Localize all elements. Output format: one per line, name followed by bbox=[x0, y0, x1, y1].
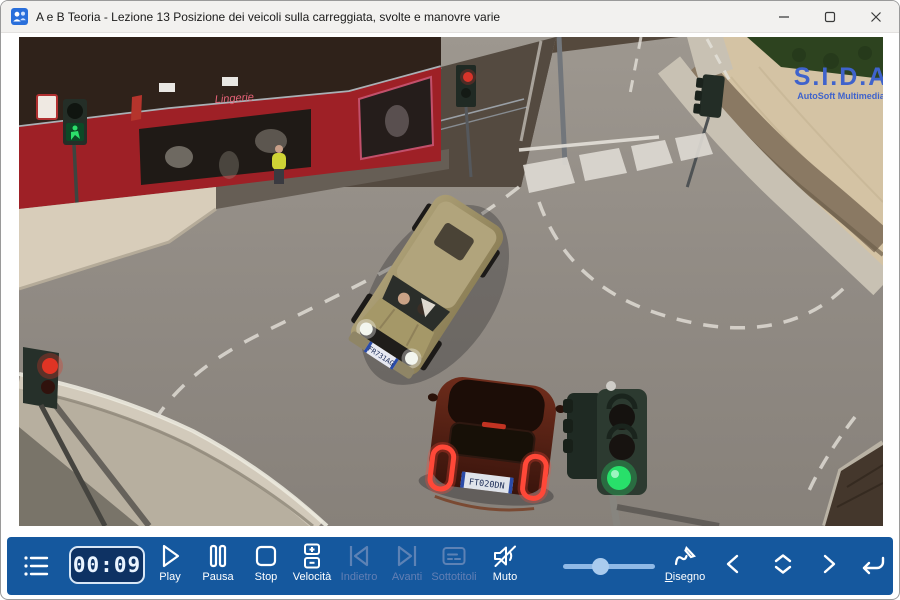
chapters-button[interactable] bbox=[11, 537, 61, 595]
video-display: Lingerie bbox=[19, 37, 883, 526]
app-window: A e B Teoria - Lezione 13 Posizione dei … bbox=[0, 0, 900, 600]
muto-button[interactable]: Muto bbox=[477, 537, 533, 595]
return-arrow-icon bbox=[857, 549, 889, 579]
sottotitoli-label: Sottotitoli bbox=[431, 571, 476, 583]
chevron-left-icon bbox=[718, 549, 748, 579]
slider-track[interactable] bbox=[563, 564, 655, 569]
chapter-list-icon bbox=[21, 551, 51, 581]
speed-slider[interactable] bbox=[563, 537, 655, 595]
maximize-button[interactable] bbox=[807, 1, 853, 33]
nav-previous-button[interactable] bbox=[705, 537, 761, 595]
indietro-label: Indietro bbox=[341, 571, 378, 583]
close-icon bbox=[870, 11, 882, 23]
timer-value: 00:09 bbox=[73, 553, 141, 577]
skip-back-icon bbox=[345, 542, 373, 570]
player-toolbar: 00:09 Play Pausa Stop bbox=[7, 537, 893, 595]
chevron-up-down-icon bbox=[768, 549, 798, 579]
slider-thumb[interactable] bbox=[592, 558, 609, 575]
minimize-icon bbox=[778, 11, 790, 23]
avanti-label: Avanti bbox=[392, 571, 422, 583]
draw-pen-icon bbox=[671, 542, 699, 570]
skip-forward-icon bbox=[393, 542, 421, 570]
maximize-icon bbox=[824, 11, 836, 23]
window-title: A e B Teoria - Lezione 13 Posizione dei … bbox=[36, 10, 500, 24]
play-icon bbox=[156, 542, 184, 570]
play-label: Play bbox=[159, 571, 180, 583]
subtitles-icon bbox=[440, 542, 468, 570]
chevron-right-icon bbox=[814, 549, 844, 579]
return-button[interactable] bbox=[845, 537, 900, 595]
people-icon bbox=[11, 8, 28, 25]
watermark-autosoft: AutoSoft Multimedia bbox=[797, 91, 883, 101]
pause-icon bbox=[204, 542, 232, 570]
intersection-scene: Lingerie bbox=[19, 37, 883, 526]
disegno-label: Disegno bbox=[665, 571, 705, 583]
titlebar: A e B Teoria - Lezione 13 Posizione dei … bbox=[1, 1, 899, 33]
muto-label: Muto bbox=[493, 571, 517, 583]
mute-icon bbox=[491, 542, 519, 570]
stop-label: Stop bbox=[255, 571, 278, 583]
close-button[interactable] bbox=[853, 1, 899, 33]
minimize-button[interactable] bbox=[761, 1, 807, 33]
sottotitoli-button: Sottotitoli bbox=[426, 537, 482, 595]
velocita-label: Velocità bbox=[293, 571, 332, 583]
timer-display: 00:09 bbox=[69, 546, 145, 584]
pausa-label: Pausa bbox=[202, 571, 233, 583]
stop-icon bbox=[252, 542, 280, 570]
speed-icon bbox=[298, 542, 326, 570]
watermark-sida: S.I.D.A bbox=[794, 63, 883, 91]
